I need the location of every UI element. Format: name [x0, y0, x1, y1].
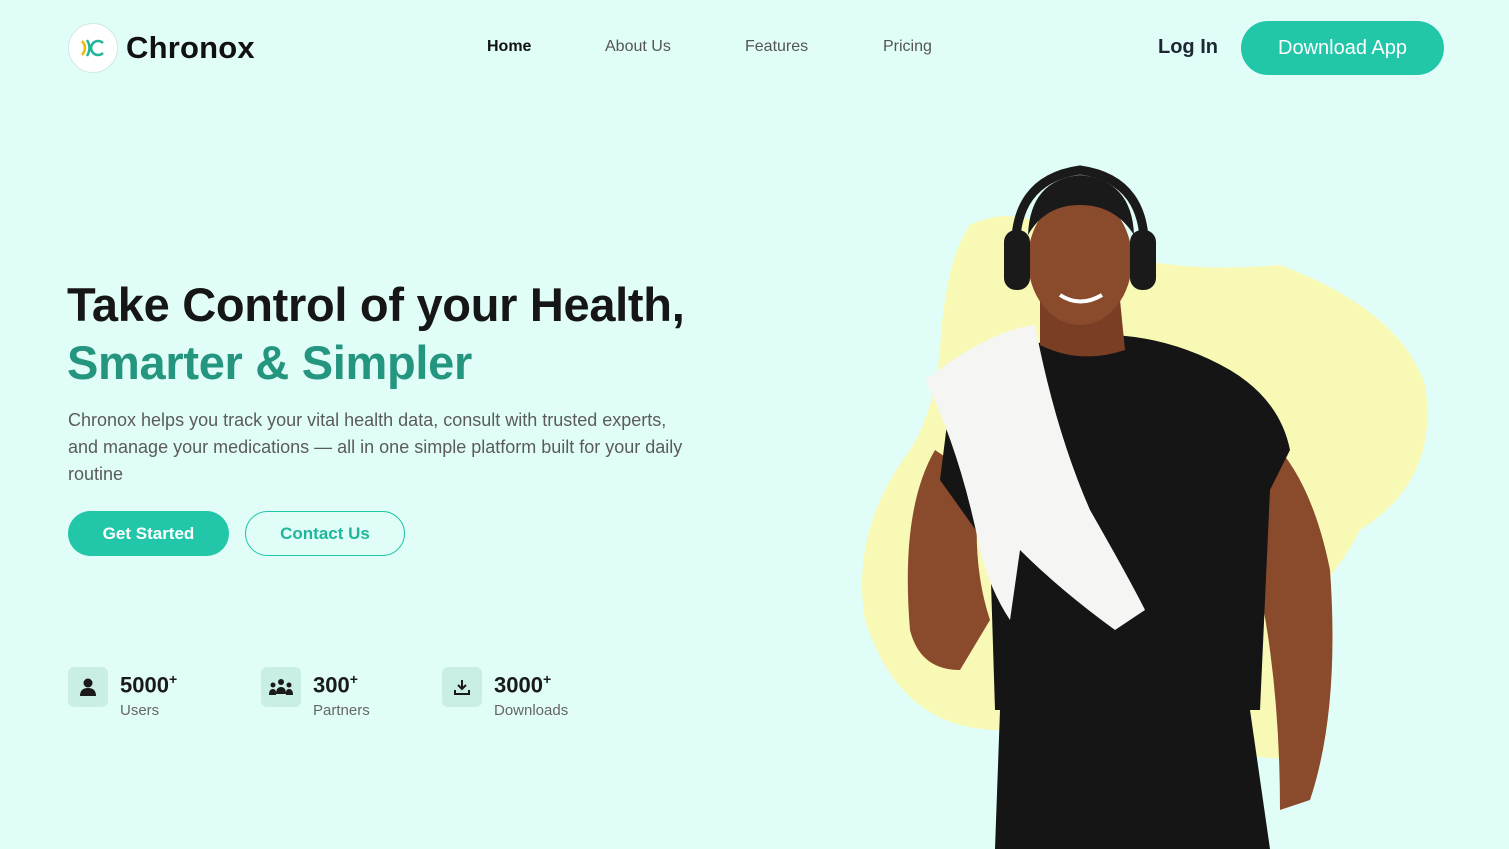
stat-partners-suffix: + — [349, 671, 358, 687]
nav-about-us[interactable]: About Us — [605, 38, 671, 56]
hero-title-line2: Smarter & Simpler — [67, 336, 473, 389]
hero-description: Chronox helps you track your vital healt… — [68, 410, 683, 484]
stat-users-label: Users — [120, 702, 160, 720]
stat-users: 5000+ Users — [68, 667, 177, 719]
download-app-button[interactable]: Download App — [1241, 21, 1444, 75]
stat-partners-label: Partners — [313, 702, 370, 720]
hero-title: Take Control of your Health, Smarter & S… — [67, 276, 685, 392]
hero-title-line1: Take Control of your Health, — [67, 278, 685, 331]
stat-users-suffix: + — [168, 671, 178, 687]
stat-partners: 300+ Partners — [261, 667, 370, 719]
nav-home[interactable]: Home — [487, 38, 531, 56]
nav-pricing[interactable]: Pricing — [883, 38, 932, 56]
download-icon — [442, 667, 482, 707]
stat-partners-value: 300 — [313, 672, 350, 698]
nav-features[interactable]: Features — [745, 38, 808, 56]
stat-users-value: 5000 — [120, 672, 169, 698]
user-icon — [68, 667, 108, 707]
login-link[interactable]: Log In — [1158, 36, 1218, 59]
contact-us-button[interactable]: Contact Us — [245, 511, 405, 556]
stat-downloads-value: 3000 — [494, 672, 543, 698]
get-started-button[interactable]: Get Started — [68, 511, 229, 556]
stat-downloads-label: Downloads — [494, 702, 569, 720]
hero-image — [862, 165, 1428, 849]
stat-downloads: 3000+ Downloads — [442, 667, 568, 719]
stat-downloads-suffix: + — [542, 671, 552, 687]
partners-icon — [261, 667, 301, 707]
